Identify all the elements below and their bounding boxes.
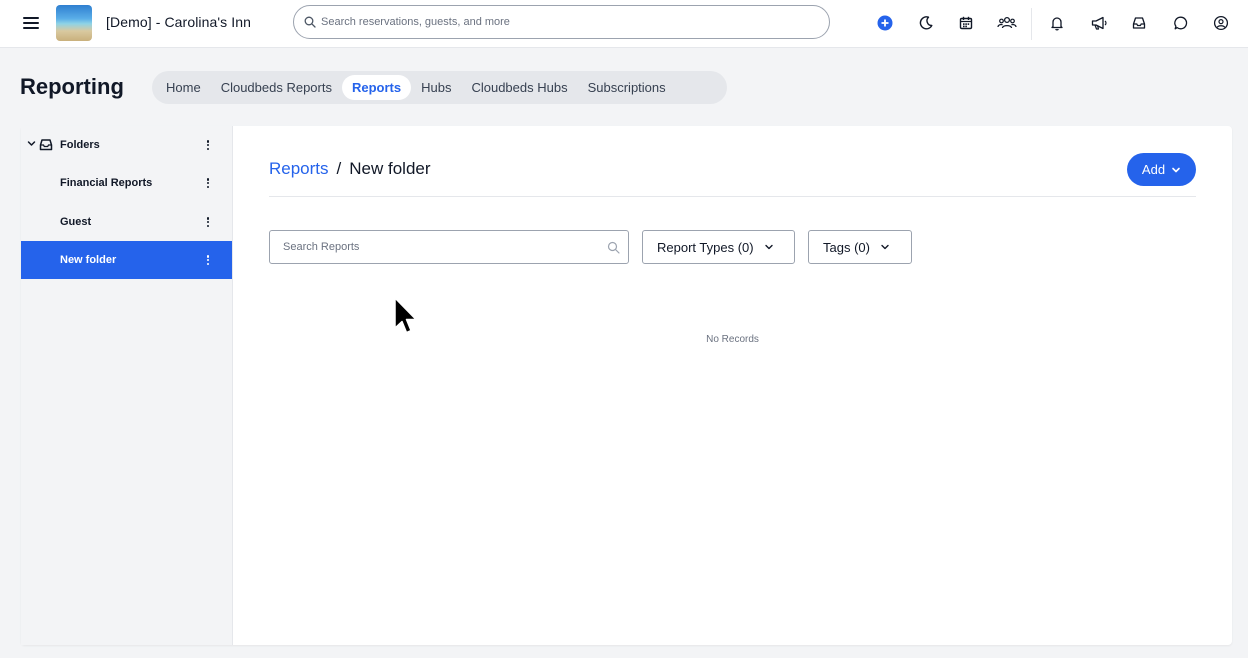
breadcrumb-current: New folder [349, 159, 431, 178]
property-thumbnail[interactable] [56, 5, 92, 41]
tab-hubs[interactable]: Hubs [411, 75, 461, 100]
page-title: Reporting [20, 74, 124, 99]
folder-root-label: Folders [60, 139, 100, 151]
folder-menu-icon[interactable] [204, 177, 212, 189]
reports-panel: Folders Financial Reports Guest New fold… [21, 126, 1232, 645]
menu-icon[interactable] [23, 15, 39, 31]
sidebar-item-guest[interactable]: Guest [21, 203, 232, 241]
sidebar-item-new-folder[interactable]: New folder [21, 241, 232, 279]
tags-filter[interactable]: Tags (0) [808, 230, 912, 264]
report-search-input[interactable] [283, 241, 607, 253]
reporting-tabs: Home Cloudbeds Reports Reports Hubs Clou… [152, 71, 727, 104]
moon-icon[interactable] [916, 13, 936, 33]
folder-menu-icon[interactable] [204, 216, 212, 228]
inbox-icon[interactable] [1129, 13, 1149, 33]
property-name[interactable]: [Demo] - Carolina's Inn [106, 14, 251, 30]
search-icon [607, 241, 620, 254]
add-button-label: Add [1141, 162, 1166, 177]
chevron-down-icon [881, 244, 889, 250]
breadcrumb-separator: / [336, 159, 342, 178]
folder-label: Financial Reports [60, 177, 153, 189]
add-circle-icon[interactable] [875, 13, 895, 33]
mouse-cursor-icon [394, 297, 417, 334]
folder-root-menu-icon[interactable] [204, 139, 212, 151]
top-bar: [Demo] - Carolina's Inn [0, 0, 1248, 48]
tab-reports[interactable]: Reports [341, 75, 412, 100]
folder-label: Guest [60, 216, 92, 228]
megaphone-icon[interactable] [1089, 13, 1109, 33]
user-circle-icon[interactable] [1211, 13, 1231, 33]
tab-subscriptions[interactable]: Subscriptions [578, 75, 676, 100]
breadcrumb-reports-link[interactable]: Reports [269, 159, 329, 179]
chevron-down-icon [1172, 167, 1180, 172]
report-types-label: Report Types (0) [657, 239, 754, 255]
chevron-down-icon[interactable] [27, 139, 36, 148]
folder-root[interactable]: Folders [21, 126, 232, 164]
folder-content: Reports / New folder Add Report Types (0… [269, 126, 1196, 645]
folders-sidebar: Folders Financial Reports Guest New fold… [21, 126, 233, 645]
global-search-input[interactable] [321, 16, 801, 28]
tab-cloudbeds-reports[interactable]: Cloudbeds Reports [211, 75, 342, 100]
bell-icon[interactable] [1047, 13, 1067, 33]
tab-home[interactable]: Home [156, 75, 211, 100]
folder-tray-icon [39, 139, 53, 151]
tags-label: Tags (0) [823, 239, 870, 255]
sidebar-item-financial-reports[interactable]: Financial Reports [21, 164, 232, 202]
header-divider [269, 196, 1196, 197]
report-types-filter[interactable]: Report Types (0) [642, 230, 795, 264]
search-icon [304, 16, 316, 28]
tab-cloudbeds-hubs[interactable]: Cloudbeds Hubs [461, 75, 577, 100]
folder-menu-icon[interactable] [204, 254, 212, 266]
toolbar-separator [1031, 8, 1032, 40]
chat-icon[interactable] [1171, 13, 1191, 33]
folder-label: New folder [60, 254, 117, 266]
breadcrumb: Reports / New folder [269, 159, 431, 179]
chevron-down-icon [764, 244, 773, 250]
calendar-icon[interactable] [956, 13, 976, 33]
add-button[interactable]: Add [1127, 153, 1196, 186]
report-search[interactable] [269, 230, 629, 264]
users-icon[interactable] [997, 13, 1017, 33]
global-search[interactable] [293, 5, 830, 39]
